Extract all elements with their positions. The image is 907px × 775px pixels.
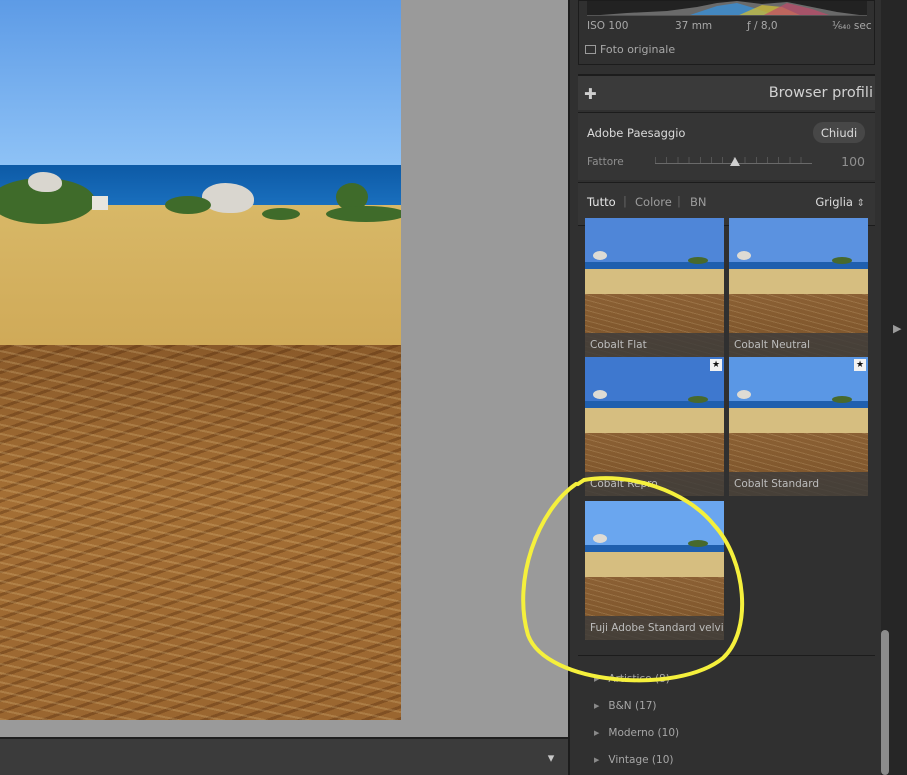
- disclosure-triangle-icon: ▶: [594, 702, 600, 710]
- slider-thumb[interactable]: [730, 157, 741, 166]
- scrollbar-thumb[interactable]: [881, 630, 889, 775]
- thumb-field: [585, 269, 724, 295]
- close-button[interactable]: Chiudi: [813, 122, 865, 143]
- profile-group-label: B&N (17): [608, 700, 657, 712]
- profile-thumbnail-grid: Cobalt Flat Cobalt Neutral Cobalt Repro ★ Co…: [578, 218, 875, 653]
- thumb-bush: [688, 256, 708, 264]
- panel-edge: [891, 0, 907, 775]
- lightroom-window: ▾ ISO 100 37 mm ƒ / 8,0 ¹⁄₆₄₀ sec Foto o…: [0, 0, 907, 775]
- up-down-arrows-icon: ⇕: [856, 198, 865, 209]
- disclosure-triangle-icon: ▶: [594, 675, 600, 683]
- image-canvas[interactable]: [0, 0, 568, 737]
- favorite-star-icon[interactable]: ★: [710, 359, 722, 371]
- thumb-bush: [688, 395, 708, 403]
- profile-group-item[interactable]: ▶ Artistico (8): [594, 671, 670, 687]
- thumb-field: [585, 408, 724, 434]
- thumb-field: [729, 408, 868, 434]
- thumbnail-label: Fuji Adobe Standard velvia: [585, 616, 724, 640]
- main-photo[interactable]: [0, 0, 401, 720]
- histogram-graph[interactable]: [587, 1, 867, 16]
- tab-color[interactable]: Colore: [635, 195, 672, 209]
- profile-thumbnail[interactable]: Cobalt Neutral: [729, 218, 868, 357]
- disclosure-triangle-icon: ▶: [594, 756, 600, 764]
- amount-value[interactable]: 100: [841, 154, 865, 169]
- profile-groups-list: ▶ Artistico (8) ▶ B&N (17) ▶ Moderno (10) ▶ Vin…: [578, 655, 875, 775]
- view-mode-select[interactable]: Griglia ⇕: [815, 195, 865, 209]
- tab-all[interactable]: Tutto: [587, 195, 616, 209]
- photo-bush: [165, 196, 211, 214]
- thumbnail-label: Cobalt Flat: [585, 333, 724, 357]
- tab-separator: |: [623, 194, 627, 208]
- profile-name: Adobe Paesaggio: [587, 126, 686, 140]
- collapse-panel-arrow-icon[interactable]: ▶: [893, 322, 901, 335]
- shutter-readout: ¹⁄₆₄₀ sec: [832, 20, 872, 32]
- plus-icon[interactable]: ✚: [584, 85, 597, 103]
- photo-bush: [326, 206, 401, 222]
- aperture-readout: ƒ / 8,0: [747, 20, 778, 32]
- disclosure-triangle-icon: ▶: [594, 729, 600, 737]
- thumb-bush: [832, 395, 852, 403]
- profile-group-label: Artistico (8): [608, 673, 670, 685]
- favorite-star-icon[interactable]: ★: [854, 359, 866, 371]
- profile-group-item[interactable]: ▶ Moderno (10): [594, 725, 679, 741]
- profile-group-item[interactable]: ▶ Vintage (10): [594, 752, 673, 768]
- thumb-field: [585, 552, 724, 578]
- profile-group-label: Moderno (10): [608, 727, 680, 739]
- thumb-field: [729, 269, 868, 295]
- right-panel: ISO 100 37 mm ƒ / 8,0 ¹⁄₆₄₀ sec Foto ori…: [568, 0, 881, 775]
- photo-soil: [0, 345, 401, 720]
- thumbnail-label: Cobalt Repro: [585, 472, 724, 496]
- original-photo-toggle[interactable]: Foto originale: [585, 43, 675, 56]
- thumb-bush: [832, 256, 852, 264]
- photo-rock: [202, 183, 254, 213]
- photo-house: [92, 196, 108, 210]
- profile-group-item[interactable]: ▶ B&N (17): [594, 698, 657, 714]
- photo-rock: [28, 172, 62, 192]
- profile-thumbnail[interactable]: Cobalt Standard ★: [729, 357, 868, 496]
- thumb-bush: [688, 539, 708, 547]
- chevron-down-icon: ▾: [547, 750, 555, 766]
- checkbox-icon: [585, 45, 596, 54]
- profile-thumbnail[interactable]: Cobalt Flat: [585, 218, 724, 357]
- original-photo-label: Foto originale: [600, 43, 676, 56]
- bottom-toolbar: [0, 737, 568, 775]
- tab-separator: |: [677, 194, 681, 208]
- photo-bush: [262, 208, 300, 220]
- thumbnail-label: Cobalt Neutral: [729, 333, 868, 357]
- profile-amount-section: Adobe Paesaggio Chiudi Fattore 100: [578, 112, 875, 180]
- amount-label: Fattore: [587, 156, 624, 168]
- tab-bw[interactable]: BN: [690, 195, 707, 209]
- view-mode-label: Griglia: [815, 195, 853, 209]
- photo-field: [0, 205, 401, 355]
- panel-title: Browser profili: [768, 85, 873, 101]
- profile-browser-header[interactable]: ✚ Browser profili: [578, 74, 875, 110]
- iso-readout: ISO 100: [587, 20, 629, 32]
- profile-thumbnail[interactable]: Fuji Adobe Standard velvia: [585, 501, 724, 640]
- profile-thumbnail[interactable]: Cobalt Repro ★: [585, 357, 724, 496]
- focal-length-readout: 37 mm: [675, 20, 713, 32]
- toolbar-dropdown-button[interactable]: ▾: [534, 745, 568, 771]
- thumbnail-label: Cobalt Standard: [729, 472, 868, 496]
- profile-group-label: Vintage (10): [608, 754, 674, 766]
- photo-sky: [0, 0, 401, 165]
- histogram-panel: ISO 100 37 mm ƒ / 8,0 ¹⁄₆₄₀ sec Foto ori…: [578, 0, 875, 65]
